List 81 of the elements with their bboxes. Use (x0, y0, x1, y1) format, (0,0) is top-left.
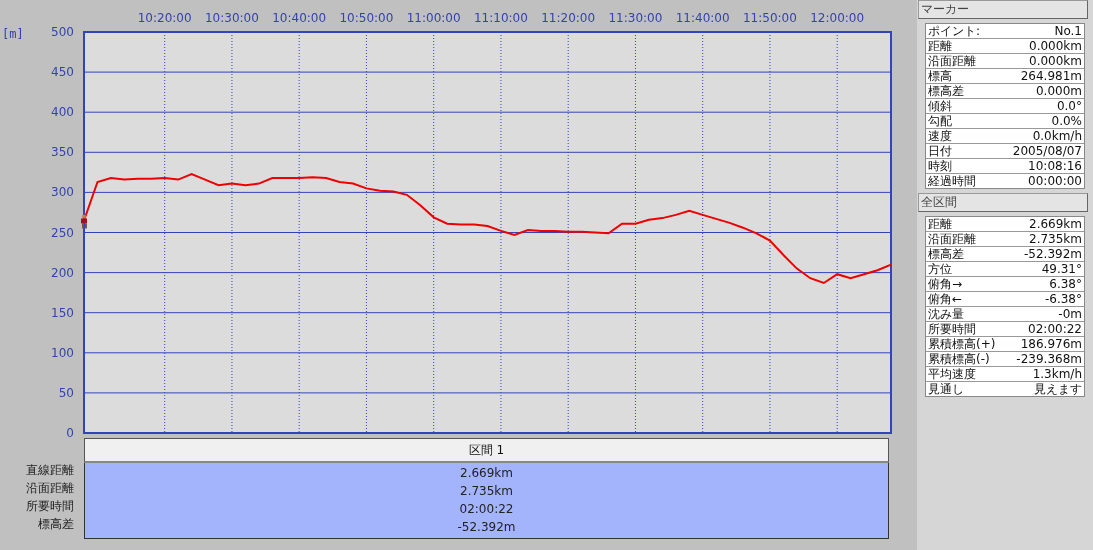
y-tick-label: 500 (51, 25, 74, 39)
y-tick-label: 200 (51, 265, 74, 280)
section-value: 2.735km (459, 483, 514, 500)
x-tick-label: 12:00:00 (810, 11, 865, 25)
info-label: 標高 (928, 69, 952, 83)
section-value: 02:00:22 (458, 501, 515, 518)
info-value: 10:08:16 (1028, 159, 1082, 173)
section-row-label: 標高差 (38, 516, 75, 533)
info-label: 平均速度 (928, 367, 976, 381)
x-tick-label: 11:10:00 (474, 11, 528, 25)
info-value: 2.669km (1029, 217, 1082, 231)
info-label: 日付 (928, 144, 952, 158)
y-tick-label: 150 (51, 305, 74, 320)
info-value: 0.0° (1056, 99, 1082, 113)
axis-unit-label: [m] (2, 27, 24, 41)
x-tick-label: 11:00:00 (406, 11, 461, 25)
info-label: 標高差 (928, 247, 964, 261)
info-value: 186.976m (1020, 337, 1082, 351)
info-label: 標高差 (928, 84, 964, 98)
info-value: -6.38° (1044, 292, 1082, 306)
x-tick-label: 11:20:00 (541, 11, 596, 25)
info-value: 0.000m (1035, 84, 1082, 98)
y-tick-label: 350 (51, 145, 74, 160)
info-value: No.1 (1054, 24, 1082, 38)
info-label: 速度 (928, 129, 952, 143)
y-tick-label: 450 (51, 65, 74, 80)
info-label: 沿面距離 (928, 54, 976, 68)
x-tick-label: 11:50:00 (743, 11, 797, 25)
info-value: 2.735km (1029, 232, 1082, 246)
info-label: 傾斜 (928, 99, 952, 113)
y-tick-label: 300 (51, 185, 74, 200)
info-value: 00:00:00 (1028, 174, 1082, 188)
section-value: 2.669km (459, 465, 514, 482)
hiker-icon (81, 214, 87, 229)
info-value: 0.000km (1029, 54, 1082, 68)
x-tick-label: 11:30:00 (608, 11, 663, 25)
info-value: -0m (1058, 307, 1082, 321)
info-value: 0.0% (1051, 114, 1082, 128)
x-tick-label: 10:20:00 (137, 11, 192, 25)
section-row-label: 直線距離 (26, 462, 75, 479)
info-label: ポイント: (928, 24, 981, 38)
info-label: 経過時間 (928, 174, 976, 188)
info-label: 累積標高(+) (928, 337, 996, 351)
info-label: 所要時間 (928, 322, 976, 336)
y-tick-label: 400 (51, 105, 74, 120)
info-value: 見えます (1034, 382, 1082, 396)
section-header[interactable]: 区間 1 (84, 438, 889, 463)
section-row-label: 所要時間 (26, 498, 75, 515)
info-label: 俯角→ (928, 277, 963, 291)
info-label: 方位 (928, 262, 952, 276)
section-row-label: 沿面距離 (26, 480, 75, 497)
x-tick-label: 10:40:00 (272, 11, 327, 25)
info-label: 俯角← (928, 292, 963, 306)
info-value: 0.0km/h (1032, 129, 1082, 143)
info-label: 見通し (928, 382, 964, 396)
panel-header[interactable]: マーカー (918, 0, 1088, 19)
info-value: 02:00:22 (1028, 322, 1082, 336)
info-value: 2005/08/07 (1012, 144, 1082, 158)
panel-header[interactable]: 全区間 (918, 193, 1088, 212)
info-label: 沿面距離 (928, 232, 976, 246)
info-label: 時刻 (928, 159, 952, 173)
info-label: 累積標高(-) (928, 352, 990, 366)
info-value: 264.981m (1020, 69, 1082, 83)
y-tick-label: 50 (58, 385, 74, 400)
info-value: -239.368m (1016, 352, 1082, 366)
info-value: 0.000km (1029, 39, 1082, 53)
info-label: 勾配 (928, 114, 952, 128)
info-label: 沈み量 (928, 307, 964, 321)
info-value: -52.392m (1024, 247, 1082, 261)
info-label: 距離 (928, 39, 952, 53)
info-value: 6.38° (1049, 277, 1082, 291)
y-tick-label: 250 (51, 225, 74, 240)
y-tick-label: 100 (51, 345, 74, 360)
info-value: 49.31° (1041, 262, 1082, 276)
info-value: 1.3km/h (1032, 367, 1082, 381)
section-value: -52.392m (456, 519, 517, 536)
y-tick-label: 0 (66, 426, 74, 438)
x-tick-label: 11:40:00 (675, 11, 730, 25)
x-tick-label: 10:50:00 (339, 11, 394, 25)
info-label: 距離 (928, 217, 952, 231)
x-tick-label: 10:30:00 (205, 11, 259, 25)
